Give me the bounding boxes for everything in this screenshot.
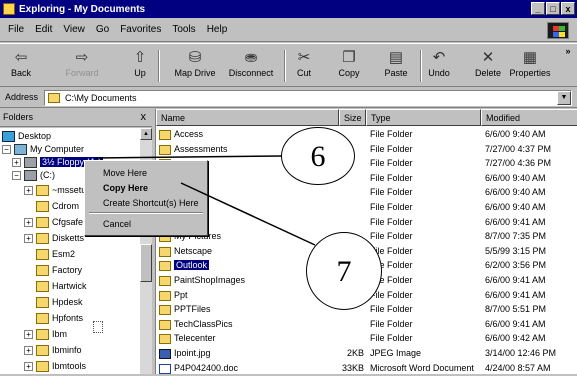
- callout-7-leader: [180, 182, 316, 246]
- callout-6: 6: [281, 127, 355, 185]
- callout-6-leader: [95, 155, 283, 159]
- callout-leader-lines: [95, 155, 316, 246]
- callout-7: 7: [306, 232, 382, 310]
